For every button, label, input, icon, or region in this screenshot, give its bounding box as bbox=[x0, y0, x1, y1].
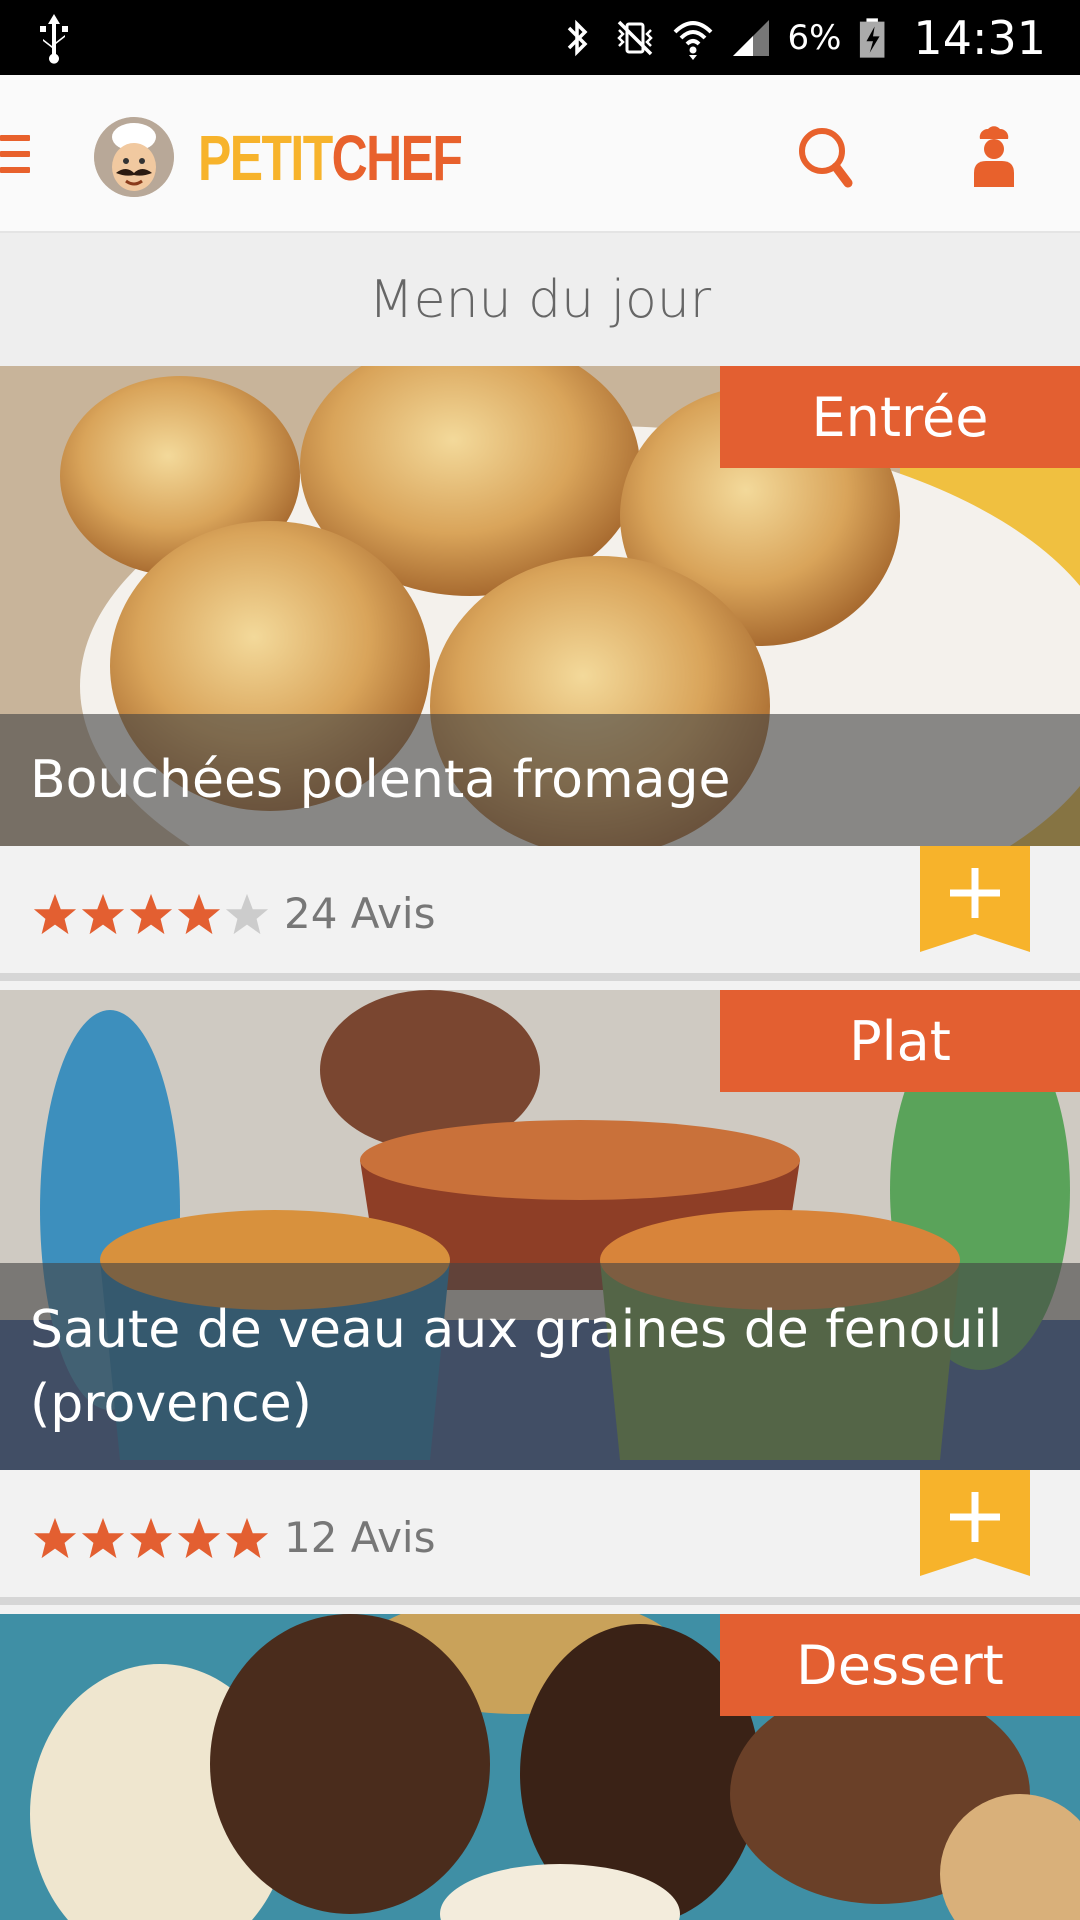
recipe-footer: 24 Avis bbox=[0, 846, 1080, 981]
star-icon bbox=[33, 893, 77, 935]
category-badge: Dessert bbox=[720, 1614, 1080, 1716]
app-bar: PETITCHEF bbox=[0, 75, 1080, 233]
recipe-footer: 12 Avis bbox=[0, 1470, 1080, 1605]
star-icon bbox=[129, 893, 173, 935]
search-icon[interactable] bbox=[796, 125, 856, 189]
battery-icon bbox=[860, 17, 885, 58]
chef-logo-icon bbox=[94, 117, 174, 197]
hamburger-icon[interactable] bbox=[0, 135, 30, 179]
vibrate-mute-icon bbox=[617, 20, 654, 55]
recipe-title[interactable]: Bouchées polenta fromage bbox=[0, 714, 1080, 846]
recipe-title[interactable]: Saute de veau aux graines de fenouil (pr… bbox=[0, 1263, 1080, 1470]
section-title: Menu du jour bbox=[0, 233, 1080, 366]
recipe-card-2[interactable]: Plat Saute de veau aux graines de fenoui… bbox=[0, 990, 1080, 1605]
clock: 14:31 bbox=[913, 10, 1046, 65]
recipe-card-1[interactable]: Entrée Bouchées polenta fromage 24 Avis bbox=[0, 366, 1080, 981]
star-icon bbox=[81, 1517, 125, 1559]
star-icon bbox=[225, 1517, 269, 1559]
star-icon bbox=[177, 893, 221, 935]
signal-icon bbox=[733, 19, 770, 56]
petitchef-logo: PETITCHEF bbox=[198, 122, 463, 194]
star-icon bbox=[81, 893, 125, 935]
bookmark-plus-icon[interactable] bbox=[920, 846, 1030, 952]
star-empty-icon bbox=[225, 893, 269, 935]
review-count: 24 Avis bbox=[284, 889, 436, 938]
usb-icon bbox=[40, 14, 68, 64]
category-badge: Plat bbox=[720, 990, 1080, 1092]
category-badge: Entrée bbox=[720, 366, 1080, 468]
review-count: 12 Avis bbox=[284, 1513, 436, 1562]
rating-stars bbox=[32, 892, 270, 938]
status-bar: 6% 14:31 bbox=[0, 0, 1080, 75]
bluetooth-icon bbox=[568, 19, 588, 56]
star-icon bbox=[129, 1517, 173, 1559]
star-icon bbox=[177, 1517, 221, 1559]
recipe-card-3[interactable]: Dessert bbox=[0, 1614, 1080, 1920]
bookmark-plus-icon[interactable] bbox=[920, 1470, 1030, 1576]
star-icon bbox=[33, 1517, 77, 1559]
wifi-icon bbox=[674, 20, 713, 60]
rating-stars bbox=[32, 1516, 270, 1562]
battery-percent: 6% bbox=[787, 17, 842, 58]
chef-user-icon[interactable] bbox=[966, 125, 1022, 189]
